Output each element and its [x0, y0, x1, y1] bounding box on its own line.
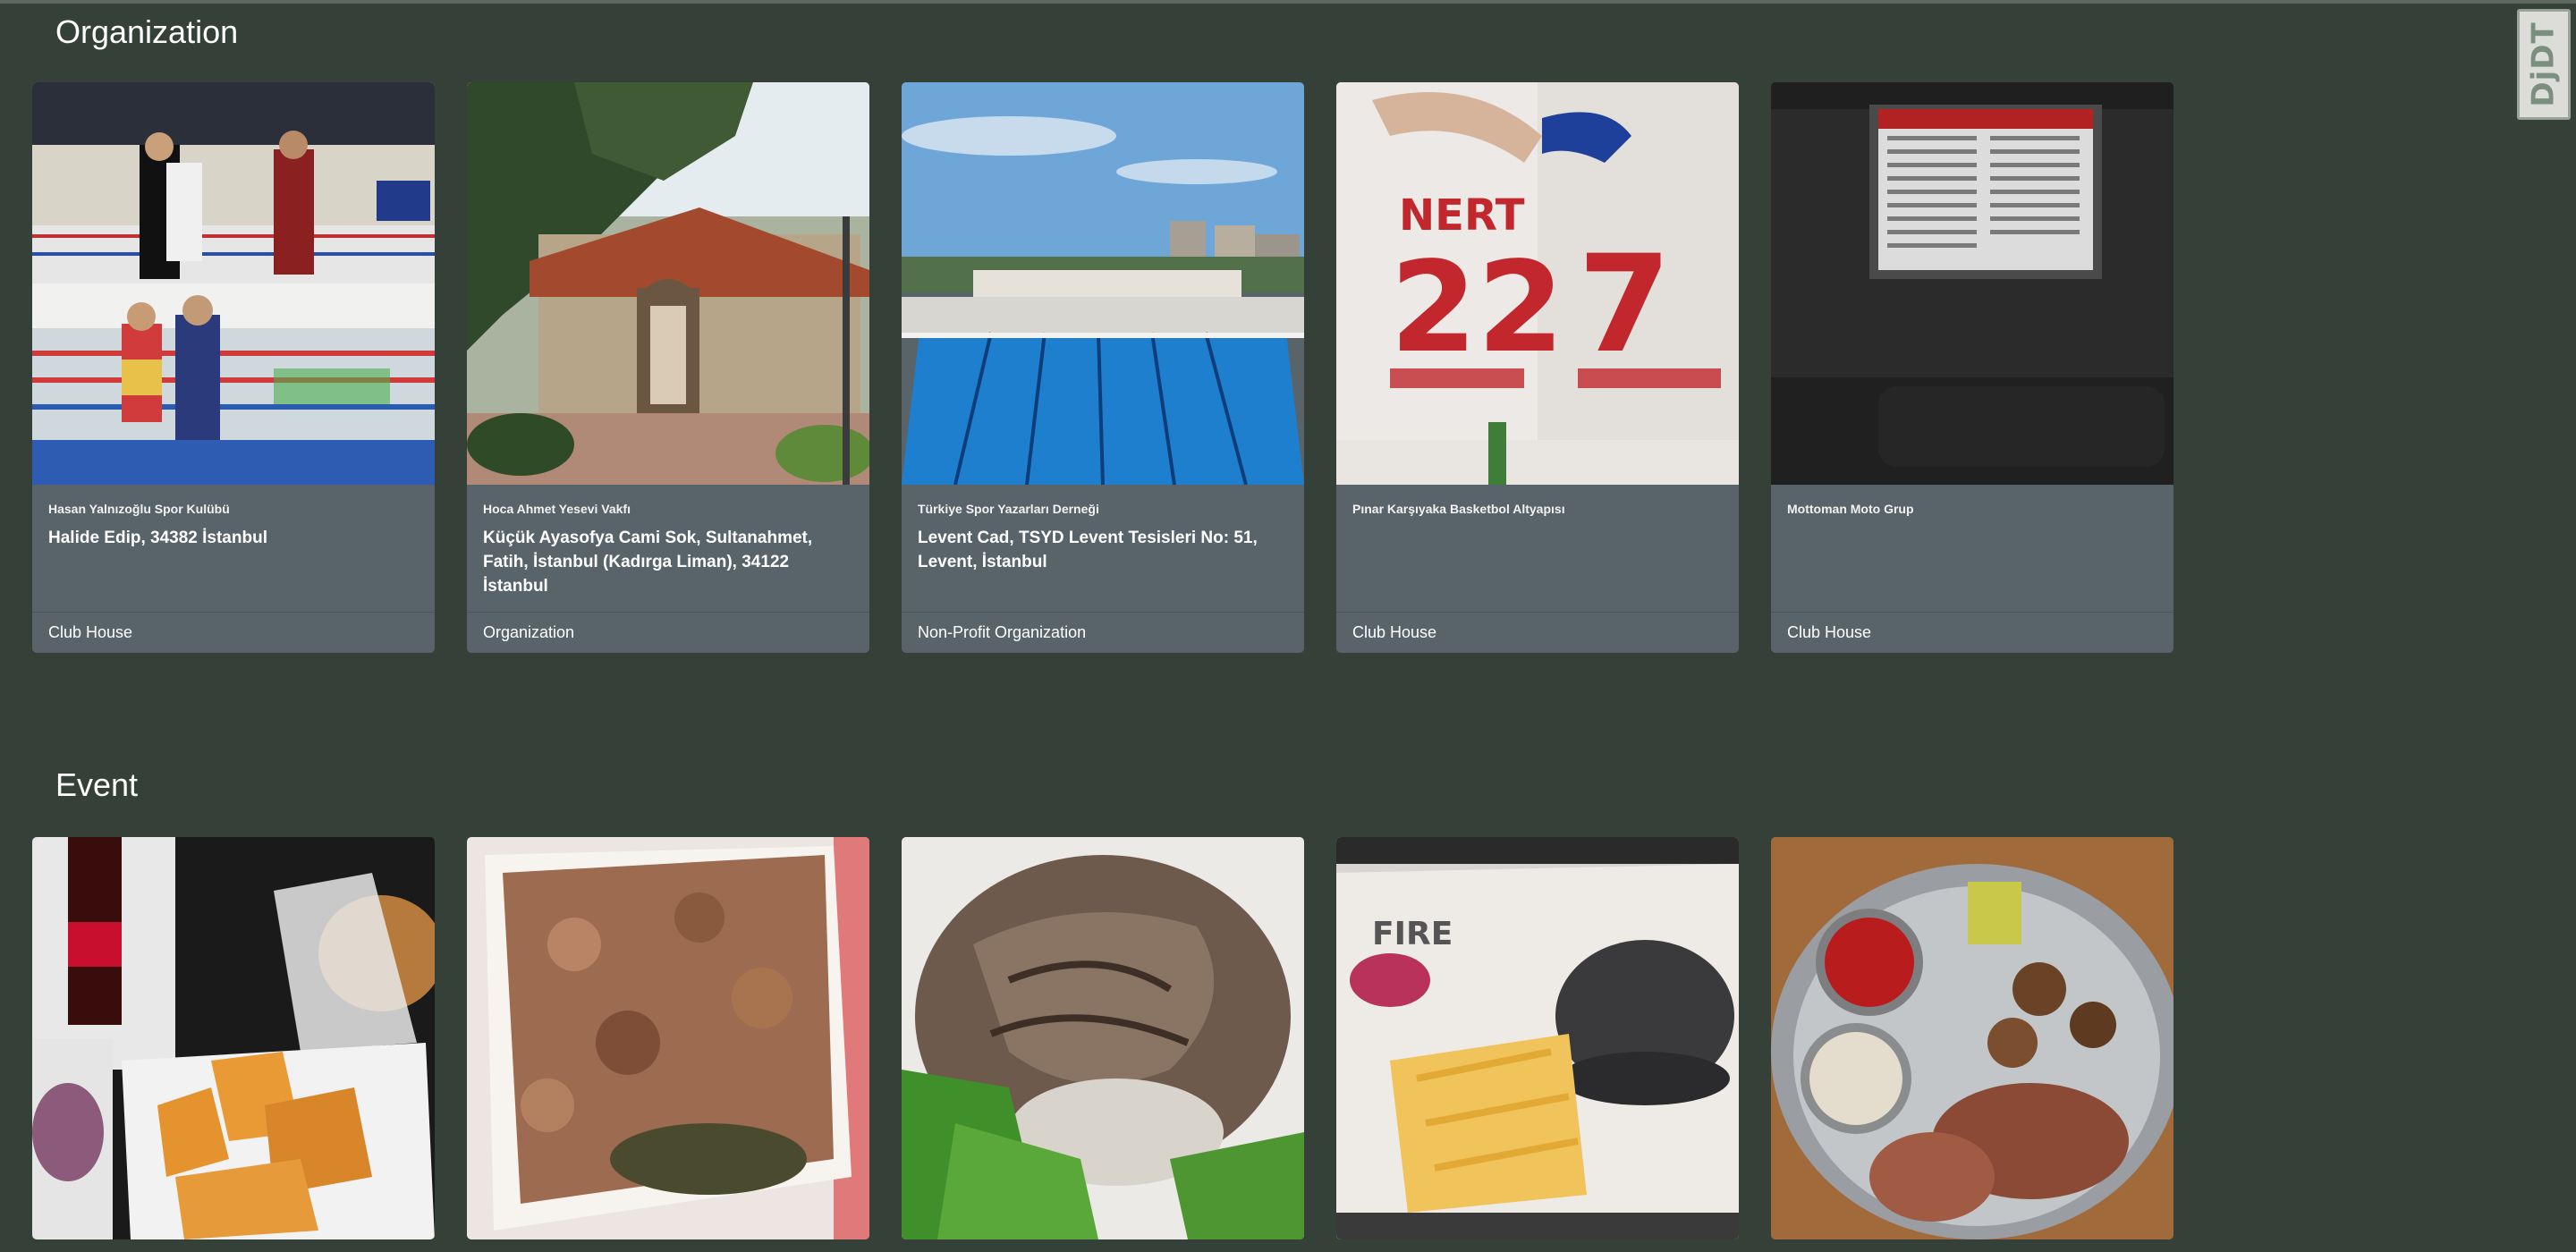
organization-card[interactable]: Mottoman Moto Grup Club House: [1771, 82, 2174, 653]
organization-address: Levent Cad, TSYD Levent Tesisleri No: 51…: [918, 529, 1258, 571]
svg-text:NERT: NERT: [1399, 190, 1525, 241]
organization-address: Küçük Ayasofya Cami Sok, Sultanahmet, Fa…: [483, 529, 813, 596]
svg-text:22: 22: [1390, 235, 1564, 381]
organization-card[interactable]: Türkiye Spor Yazarları Derneği Levent Ca…: [902, 82, 1304, 653]
window-top-border: [0, 0, 2576, 4]
meat-platter-photo: [1771, 837, 2174, 1239]
organization-address: Halide Edip, 34382 İstanbul: [48, 529, 267, 547]
card-body: Türkiye Spor Yazarları Derneği Levent Ca…: [902, 485, 1304, 612]
grilled-meat-plate-photo: [467, 837, 869, 1239]
tv-lineup-photo: [1771, 82, 2174, 485]
organization-category: Club House: [32, 612, 435, 653]
organization-section-title: Organization: [55, 13, 239, 50]
event-card[interactable]: FIRE: [1336, 837, 1739, 1239]
seafood-salad-photo: [902, 837, 1304, 1239]
event-card-row: FIRE: [32, 837, 2174, 1239]
jerseys-photo: NERT 22 7: [1336, 82, 1739, 485]
organization-card[interactable]: NERT 22 7 Pınar Karşıyaka Basketbol Alty…: [1336, 82, 1739, 653]
debug-toolbar-handle[interactable]: DjDT: [2517, 9, 2571, 120]
card-body: Pınar Karşıyaka Basketbol Altyapısı: [1336, 485, 1739, 612]
organization-card[interactable]: Hasan Yalnızoğlu Spor Kulübü Halide Edip…: [32, 82, 435, 653]
organization-category: Organization: [467, 612, 869, 653]
mosque-courtyard-photo: [467, 82, 869, 485]
event-card[interactable]: [32, 837, 435, 1239]
organization-name: Mottoman Moto Grup: [1787, 502, 1914, 516]
boxing-ring-photo: [32, 82, 435, 485]
card-body: Mottoman Moto Grup: [1771, 485, 2174, 612]
debug-toolbar-label: DjDT: [2526, 21, 2563, 107]
organization-name: Türkiye Spor Yazarları Derneği: [918, 502, 1099, 516]
card-body: Hasan Yalnızoğlu Spor Kulübü Halide Edip…: [32, 485, 435, 612]
organization-category: Club House: [1771, 612, 2174, 653]
organization-name: Pınar Karşıyaka Basketbol Altyapısı: [1352, 502, 1565, 516]
swimming-pool-photo: [902, 82, 1304, 485]
event-card[interactable]: [1771, 837, 2174, 1239]
card-body: Hoca Ahmet Yesevi Vakfı Küçük Ayasofya C…: [467, 485, 869, 612]
organization-name: Hoca Ahmet Yesevi Vakfı: [483, 502, 631, 516]
event-card[interactable]: [902, 837, 1304, 1239]
svg-text:7: 7: [1578, 227, 1671, 383]
organization-category: Club House: [1336, 612, 1739, 653]
organization-category: Non-Profit Organization: [902, 612, 1304, 653]
organization-card-row: Hasan Yalnızoğlu Spor Kulübü Halide Edip…: [32, 82, 2174, 653]
event-section-title: Event: [55, 766, 139, 803]
burger-fries-cola-photo: [32, 837, 435, 1239]
organization-name: Hasan Yalnızoğlu Spor Kulübü: [48, 502, 230, 516]
event-card[interactable]: [467, 837, 869, 1239]
svg-text:FIRE: FIRE: [1372, 916, 1453, 952]
organization-card[interactable]: Hoca Ahmet Yesevi Vakfı Küçük Ayasofya C…: [467, 82, 869, 653]
black-burger-fries-photo: FIRE: [1336, 837, 1739, 1239]
